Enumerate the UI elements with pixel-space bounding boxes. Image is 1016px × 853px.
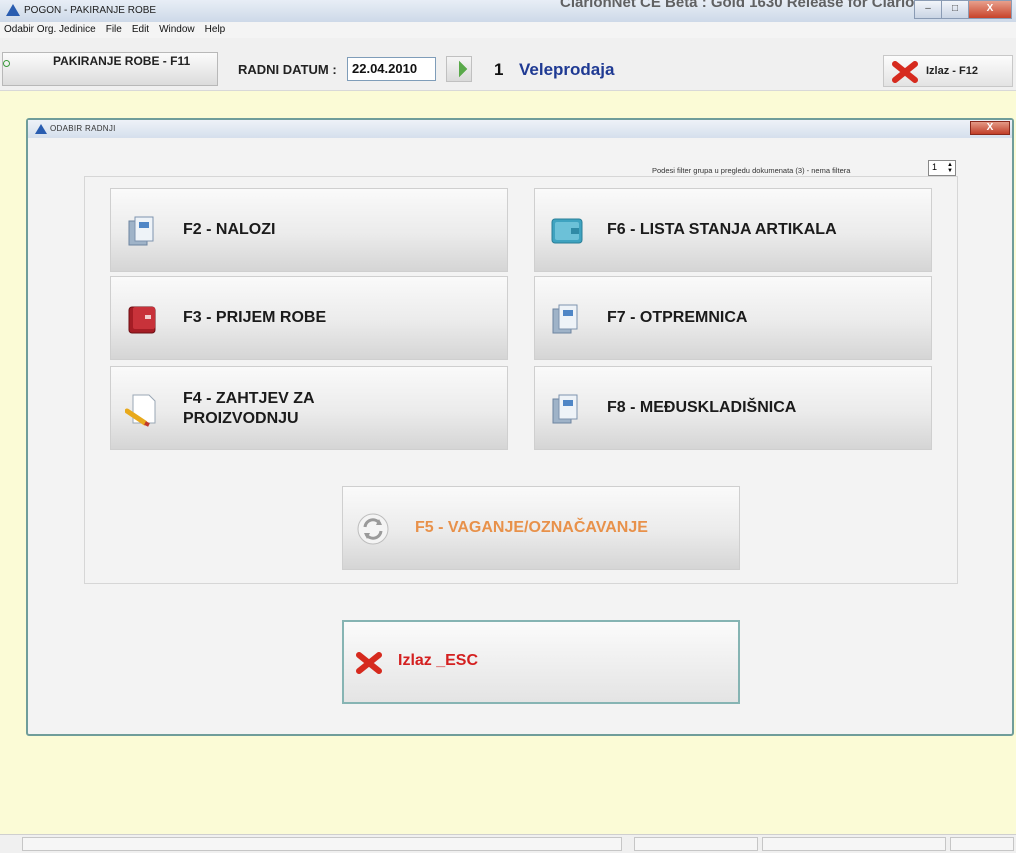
- minimize-button[interactable]: –: [914, 0, 942, 19]
- wallet-icon: [551, 218, 583, 244]
- f5-label: F5 - VAGANJE/OZNAČAVANJE: [415, 519, 648, 536]
- menu-help[interactable]: Help: [205, 22, 226, 38]
- status-cell-main: [22, 837, 622, 851]
- menu-file[interactable]: File: [106, 22, 122, 38]
- red-x-icon: [892, 61, 918, 83]
- status-cell-3: [762, 837, 946, 851]
- red-x-icon: [356, 652, 382, 674]
- f3-label: F3 - PRIJEM ROBE: [183, 309, 327, 326]
- menu-bar: Odabir Org. Jedinice File Edit Window He…: [0, 22, 1016, 38]
- filter-spinner[interactable]: 1 ▲ ▼: [928, 160, 956, 176]
- dialog-title-bar: ODABIR RADNJI X: [28, 120, 1012, 138]
- status-cell-4: [950, 837, 1014, 851]
- status-bar: [0, 834, 1016, 853]
- radni-datum-label: RADNI DATUM :: [238, 62, 337, 77]
- f7-label: F7 - OTPREMNICA: [607, 309, 748, 326]
- exit-f12-label: Izlaz - F12: [926, 65, 978, 77]
- f8-label: F8 - MEĐUSKLADIŠNICA: [607, 399, 797, 416]
- close-window-button[interactable]: X: [968, 0, 1012, 19]
- org-unit-name: Veleprodaja: [519, 60, 615, 79]
- status-dot-icon: [3, 60, 10, 67]
- f4-label-line1: F4 - ZAHTJEV ZA: [183, 390, 315, 407]
- note-pencil-icon: [125, 394, 156, 427]
- dialog-close-button[interactable]: X: [970, 121, 1010, 135]
- title-bar: ClarionNet CE Beta : Gold 1630 Release f…: [0, 0, 1016, 23]
- pakiranje-robe-button[interactable]: PAKIRANJE ROBE - F11: [2, 52, 218, 86]
- exit-f12-button[interactable]: Izlaz - F12: [883, 55, 1013, 87]
- f8-meduskladisnica-button[interactable]: F8 - MEĐUSKLADIŠNICA: [534, 366, 932, 450]
- menu-odabir-org-jedinice[interactable]: Odabir Org. Jedinice: [4, 22, 96, 38]
- f2-label: F2 - NALOZI: [183, 221, 276, 238]
- refresh-icon: [357, 513, 389, 545]
- f7-otpremnica-button[interactable]: F7 - OTPREMNICA: [534, 276, 932, 360]
- izlaz-esc-label: Izlaz _ESC: [398, 652, 479, 669]
- toolbar: PAKIRANJE ROBE - F11 RADNI DATUM : 22.04…: [0, 38, 1016, 91]
- documents-icon: [128, 216, 154, 246]
- red-folder-icon: [128, 306, 156, 334]
- filter-description: Podesi filter grupa u pregledu dokumenat…: [652, 166, 851, 175]
- background-window-title: ClarionNet CE Beta : Gold 1630 Release f…: [560, 0, 974, 11]
- maximize-button[interactable]: □: [941, 0, 969, 19]
- documents-icon: [552, 304, 578, 334]
- menu-window[interactable]: Window: [159, 22, 195, 38]
- f4-label-line2: PROIZVODNJU: [183, 410, 299, 427]
- menu-edit[interactable]: Edit: [132, 22, 149, 38]
- dialog-logo-icon: [35, 124, 47, 134]
- filter-value: 1: [932, 162, 938, 172]
- documents-icon: [552, 394, 578, 424]
- f6-label: F6 - LISTA STANJA ARTIKALA: [607, 221, 837, 238]
- spinner-arrows-icon: ▲ ▼: [947, 162, 953, 174]
- radni-datum-input[interactable]: 22.04.2010: [347, 57, 436, 81]
- org-unit-number: 1: [494, 60, 504, 79]
- f6-lista-stanja-button[interactable]: F6 - LISTA STANJA ARTIKALA: [534, 188, 932, 272]
- f3-prijem-robe-button[interactable]: F3 - PRIJEM ROBE: [110, 276, 508, 360]
- f4-label: F4 - ZAHTJEV ZA PROIZVODNJU: [183, 389, 315, 429]
- main-window: ClarionNet CE Beta : Gold 1630 Release f…: [0, 0, 1016, 853]
- f4-zahtjev-button[interactable]: F4 - ZAHTJEV ZA PROIZVODNJU: [110, 366, 508, 450]
- status-cell-2: [634, 837, 758, 851]
- f2-nalozi-button[interactable]: F2 - NALOZI: [110, 188, 508, 272]
- app-logo-icon: [6, 4, 20, 16]
- izlaz-esc-button[interactable]: Izlaz _ESC: [342, 620, 740, 704]
- dialog-title: ODABIR RADNJI: [50, 124, 116, 133]
- date-confirm-button[interactable]: [446, 56, 472, 82]
- f5-vaganje-button[interactable]: F5 - VAGANJE/OZNAČAVANJE: [342, 486, 740, 570]
- green-arrow-icon: [451, 61, 468, 78]
- window-title: POGON - PAKIRANJE ROBE: [24, 5, 157, 16]
